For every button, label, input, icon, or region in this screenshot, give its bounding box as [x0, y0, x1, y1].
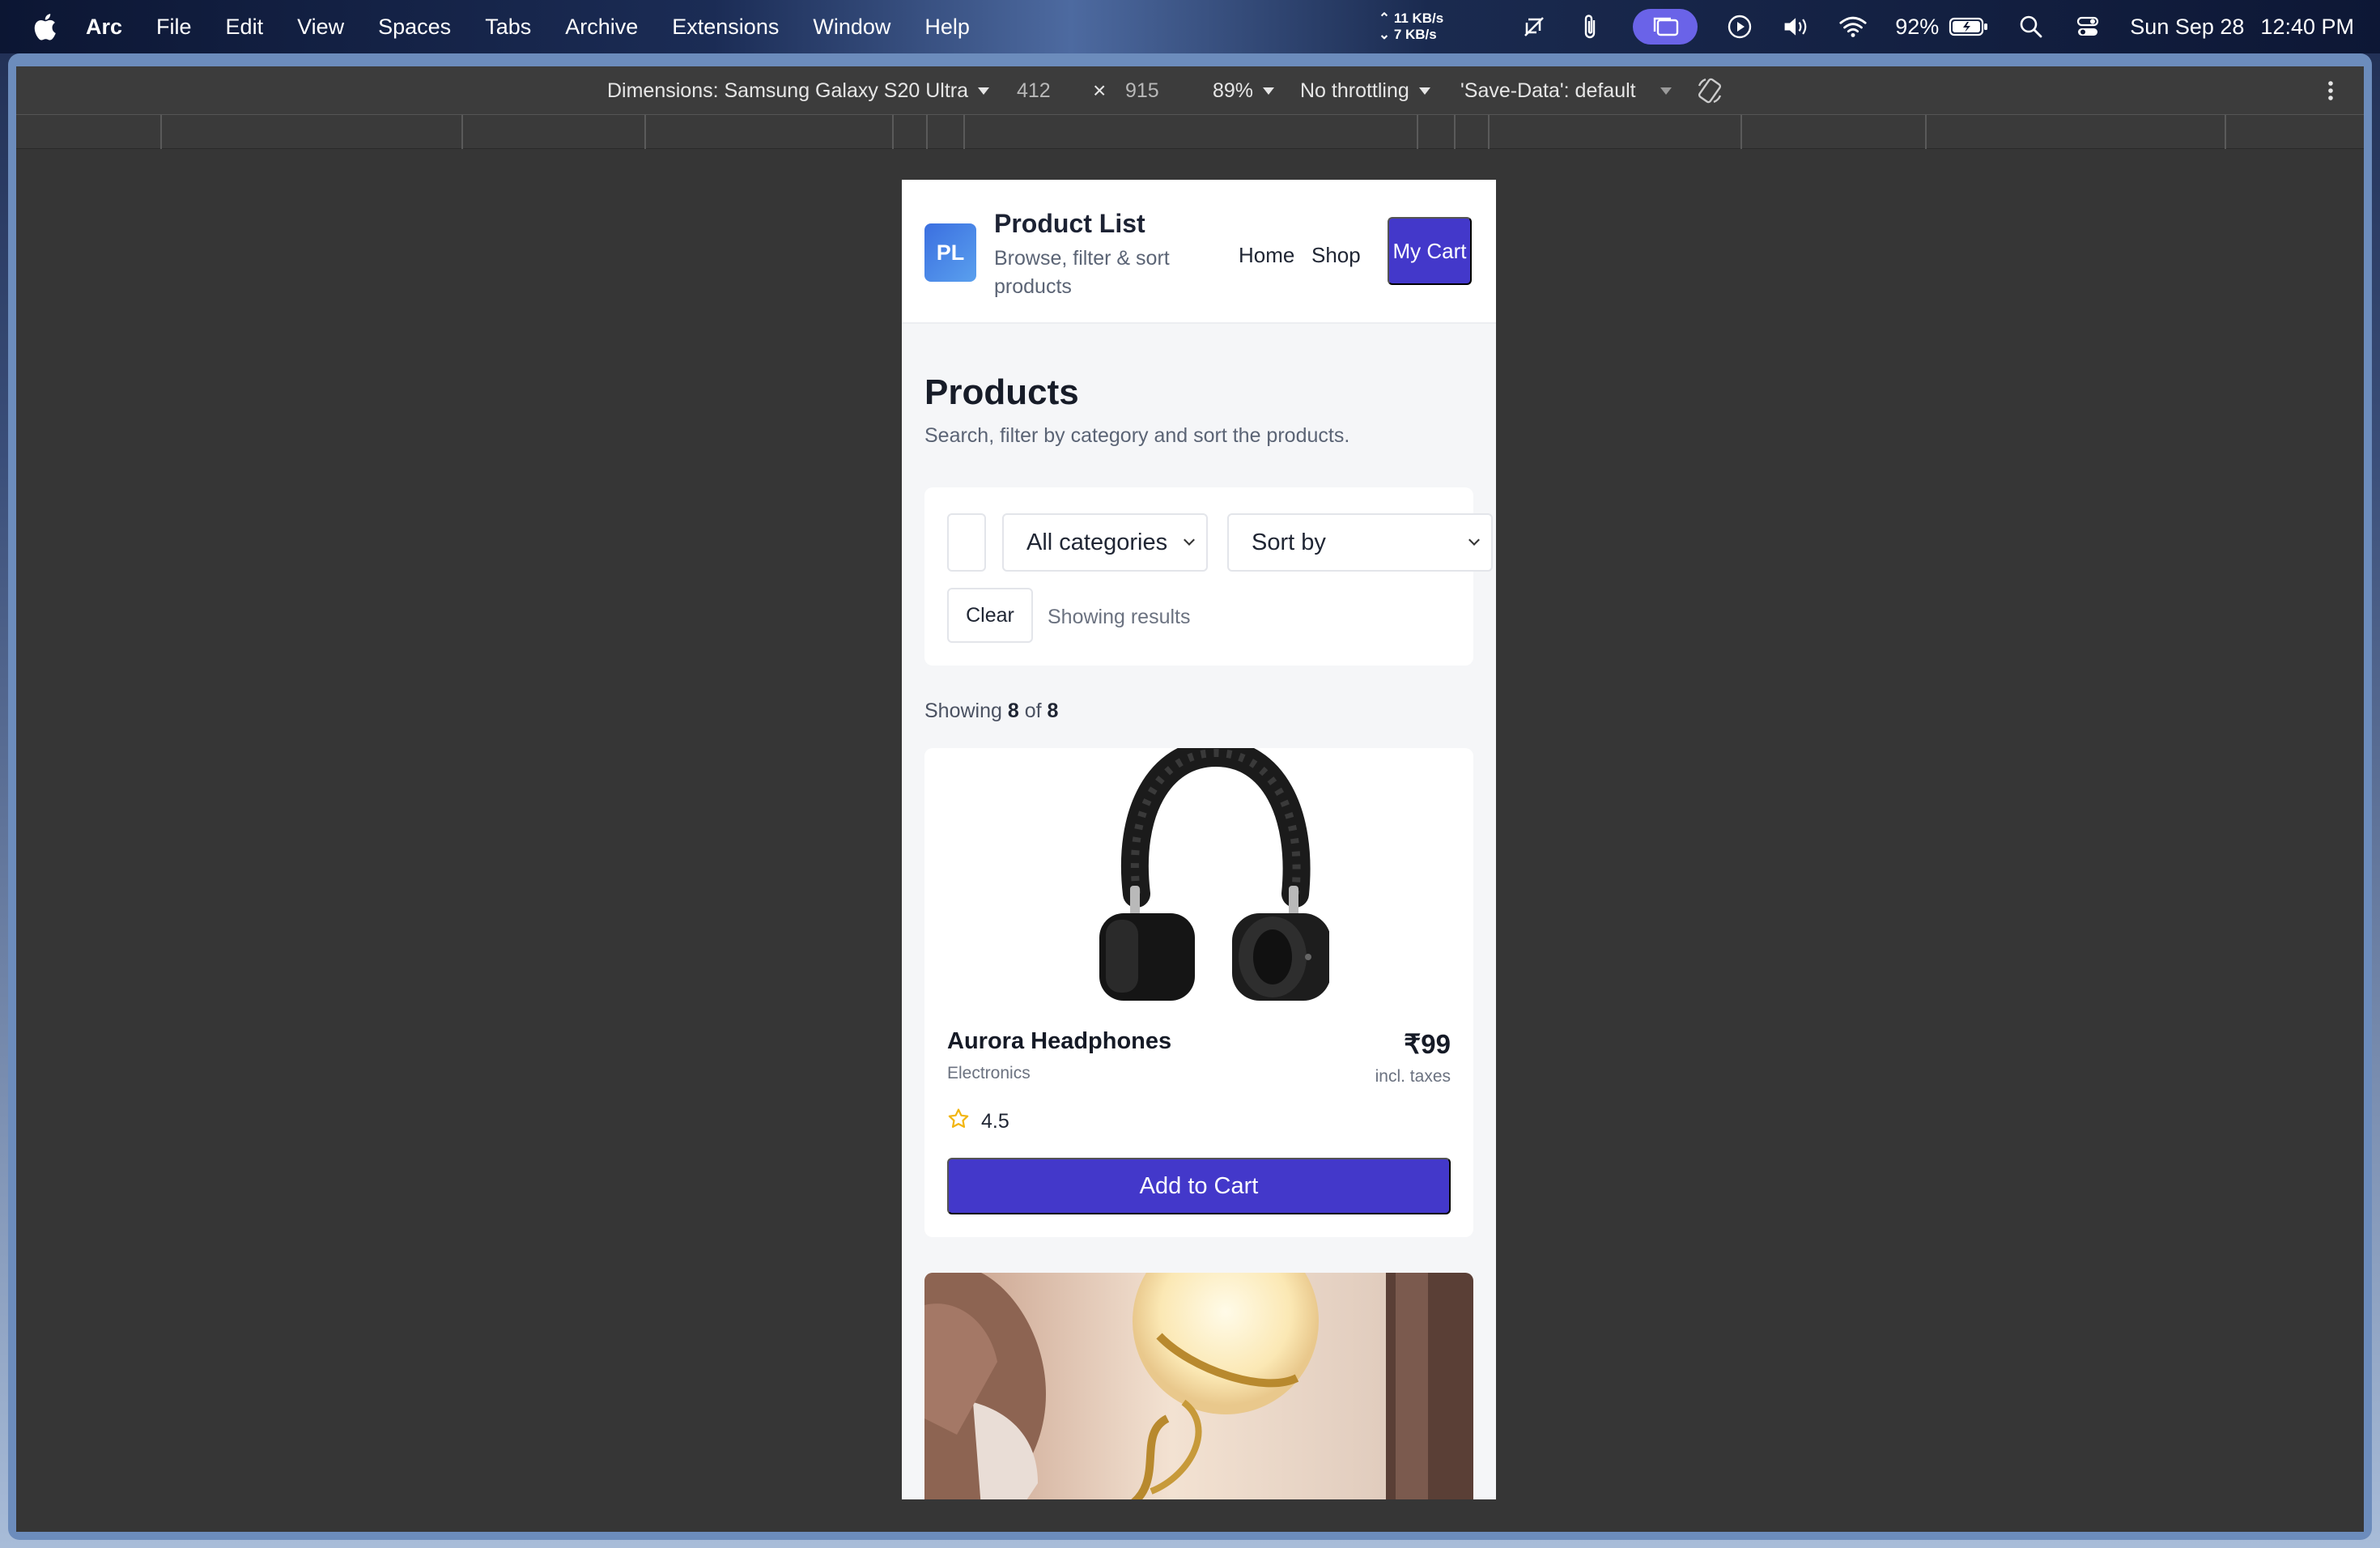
menu-file[interactable]: File — [156, 15, 192, 40]
ruler-tick[interactable] — [1454, 115, 1456, 149]
sort-select[interactable]: Sort by — [1227, 513, 1493, 572]
page-title: Products — [924, 372, 1079, 412]
menu-help[interactable]: Help — [924, 15, 970, 40]
menubar-date[interactable]: Sun Sep 28 — [2130, 15, 2244, 40]
results-prefix: Showing — [924, 700, 1002, 722]
battery-percent: 92% — [1895, 14, 1940, 39]
results-count: Showing 8 of 8 — [924, 700, 1058, 723]
dimension-times-icon: × — [1093, 78, 1107, 103]
ruler-tick[interactable] — [160, 115, 162, 149]
chevron-down-icon — [1418, 87, 1430, 95]
ruler-tick[interactable] — [644, 115, 646, 149]
product-image-headphones[interactable] — [1094, 738, 1331, 1001]
ruler-tick[interactable] — [1488, 115, 1490, 149]
ruler-tick[interactable] — [461, 115, 463, 149]
media-query-ruler[interactable] — [16, 115, 2364, 149]
search-icon[interactable] — [2017, 12, 2046, 41]
product-rating: 4.5 — [947, 1108, 1009, 1136]
menu-app-name[interactable]: Arc — [86, 15, 122, 40]
nav-home-link[interactable]: Home — [1239, 243, 1294, 268]
device-toolbar: Dimensions: Samsung Galaxy S20 Ultra 412… — [16, 66, 2364, 115]
category-select-value: All categories — [1026, 529, 1168, 555]
device-dimensions-select[interactable]: Dimensions: Samsung Galaxy S20 Ultra — [607, 66, 990, 115]
site-header: PL Product List Browse, filter & sort pr… — [902, 180, 1496, 324]
stage-manager-icon[interactable] — [1633, 9, 1698, 45]
results-of: of — [1024, 700, 1042, 722]
net-down: ⌄ 7 KB/s — [1378, 27, 1437, 42]
device-width-input[interactable]: 412 — [1017, 66, 1051, 115]
save-data-select[interactable]: 'Save-Data': default — [1460, 66, 1672, 115]
nav-shop-link[interactable]: Shop — [1311, 243, 1361, 268]
site-title: Product List — [994, 209, 1145, 238]
sort-select-value: Sort by — [1252, 529, 1326, 555]
net-up: ⌃ 11 KB/s — [1378, 11, 1444, 26]
chevron-down-icon — [1660, 87, 1672, 95]
screen-mirroring-icon[interactable] — [1519, 12, 1549, 41]
play-icon[interactable] — [1725, 12, 1754, 41]
site-subtitle: Browse, filter & sort products — [994, 247, 1170, 298]
chevron-down-icon — [1184, 534, 1195, 546]
menubar-time[interactable]: 12:40 PM — [2260, 15, 2354, 40]
macos-menu-bar: Arc File Edit View Spaces Tabs Archive E… — [0, 0, 2380, 53]
filter-panel: All categories Sort by Clear Showing res… — [924, 487, 1493, 666]
clear-filters-button[interactable]: Clear — [947, 588, 1033, 643]
apple-logo-icon[interactable] — [32, 13, 57, 40]
device-height-input[interactable]: 915 — [1125, 66, 1159, 115]
ruler-tick[interactable] — [1740, 115, 1742, 149]
device-dimensions-label: Dimensions: Samsung Galaxy S20 Ultra — [607, 79, 969, 102]
more-options-icon[interactable] — [2327, 66, 2335, 115]
menu-archive[interactable]: Archive — [565, 15, 638, 40]
menu-view[interactable]: View — [297, 15, 344, 40]
mobile-page: PL Product List Browse, filter & sort pr… — [902, 180, 1496, 1499]
net-down-value: 7 KB/s — [1393, 27, 1437, 42]
product-card — [924, 1273, 1473, 1499]
rotate-device-icon[interactable] — [1695, 66, 1724, 115]
chevron-down-icon — [978, 87, 990, 95]
search-input[interactable] — [947, 513, 986, 572]
product-price: ₹99 — [1404, 1029, 1451, 1059]
site-logo[interactable]: PL — [924, 223, 976, 282]
results-shown: 8 — [1007, 700, 1019, 722]
battery-icon[interactable] — [1949, 12, 1989, 41]
net-up-value: 11 KB/s — [1393, 11, 1444, 26]
menu-tabs[interactable]: Tabs — [485, 15, 531, 40]
menu-window[interactable]: Window — [813, 15, 890, 40]
zoom-label: 89% — [1213, 79, 1254, 102]
browser-window: Dimensions: Samsung Galaxy S20 Ultra 412… — [8, 53, 2372, 1540]
network-speed-widget[interactable]: ⌃ 11 KB/s ⌄ 7 KB/s — [1379, 11, 1443, 43]
ruler-tick[interactable] — [926, 115, 928, 149]
page-subtitle: Search, filter by category and sort the … — [924, 424, 1350, 447]
product-tax-note: incl. taxes — [1375, 1067, 1451, 1086]
product-card: Aurora Headphones Electronics ₹99 incl. … — [924, 738, 1473, 1237]
menu-spaces[interactable]: Spaces — [378, 15, 451, 40]
zoom-select[interactable]: 89% — [1213, 66, 1275, 115]
star-icon — [947, 1108, 970, 1136]
ruler-tick[interactable] — [1925, 115, 1927, 149]
category-select[interactable]: All categories — [1002, 513, 1208, 572]
save-data-label: 'Save-Data': default — [1460, 79, 1636, 102]
menu-extensions[interactable]: Extensions — [672, 15, 779, 40]
throttling-label: No throttling — [1300, 79, 1409, 102]
paperclip-icon[interactable] — [1576, 12, 1605, 41]
add-to-cart-button[interactable]: Add to Cart — [947, 1158, 1451, 1214]
my-cart-button[interactable]: My Cart — [1388, 217, 1472, 285]
filter-status-text: Showing results — [1048, 606, 1191, 628]
ruler-tick[interactable] — [963, 115, 965, 149]
chevron-down-icon — [1263, 87, 1275, 95]
menu-edit[interactable]: Edit — [226, 15, 264, 40]
volume-icon[interactable] — [1782, 12, 1811, 41]
product-category: Electronics — [947, 1064, 1031, 1082]
control-center-icon[interactable] — [2073, 12, 2102, 41]
wifi-icon[interactable] — [1838, 12, 1868, 41]
chevron-down-icon — [1468, 534, 1480, 546]
results-total: 8 — [1047, 700, 1059, 722]
throttling-select[interactable]: No throttling — [1300, 66, 1430, 115]
rating-value: 4.5 — [981, 1110, 1009, 1133]
ruler-tick[interactable] — [1417, 115, 1418, 149]
ruler-tick[interactable] — [892, 115, 894, 149]
ruler-tick[interactable] — [2225, 115, 2226, 149]
product-name[interactable]: Aurora Headphones — [947, 1028, 1171, 1055]
product-image-lamp[interactable] — [924, 1273, 1473, 1499]
emulated-viewport: PL Product List Browse, filter & sort pr… — [16, 149, 2364, 1532]
